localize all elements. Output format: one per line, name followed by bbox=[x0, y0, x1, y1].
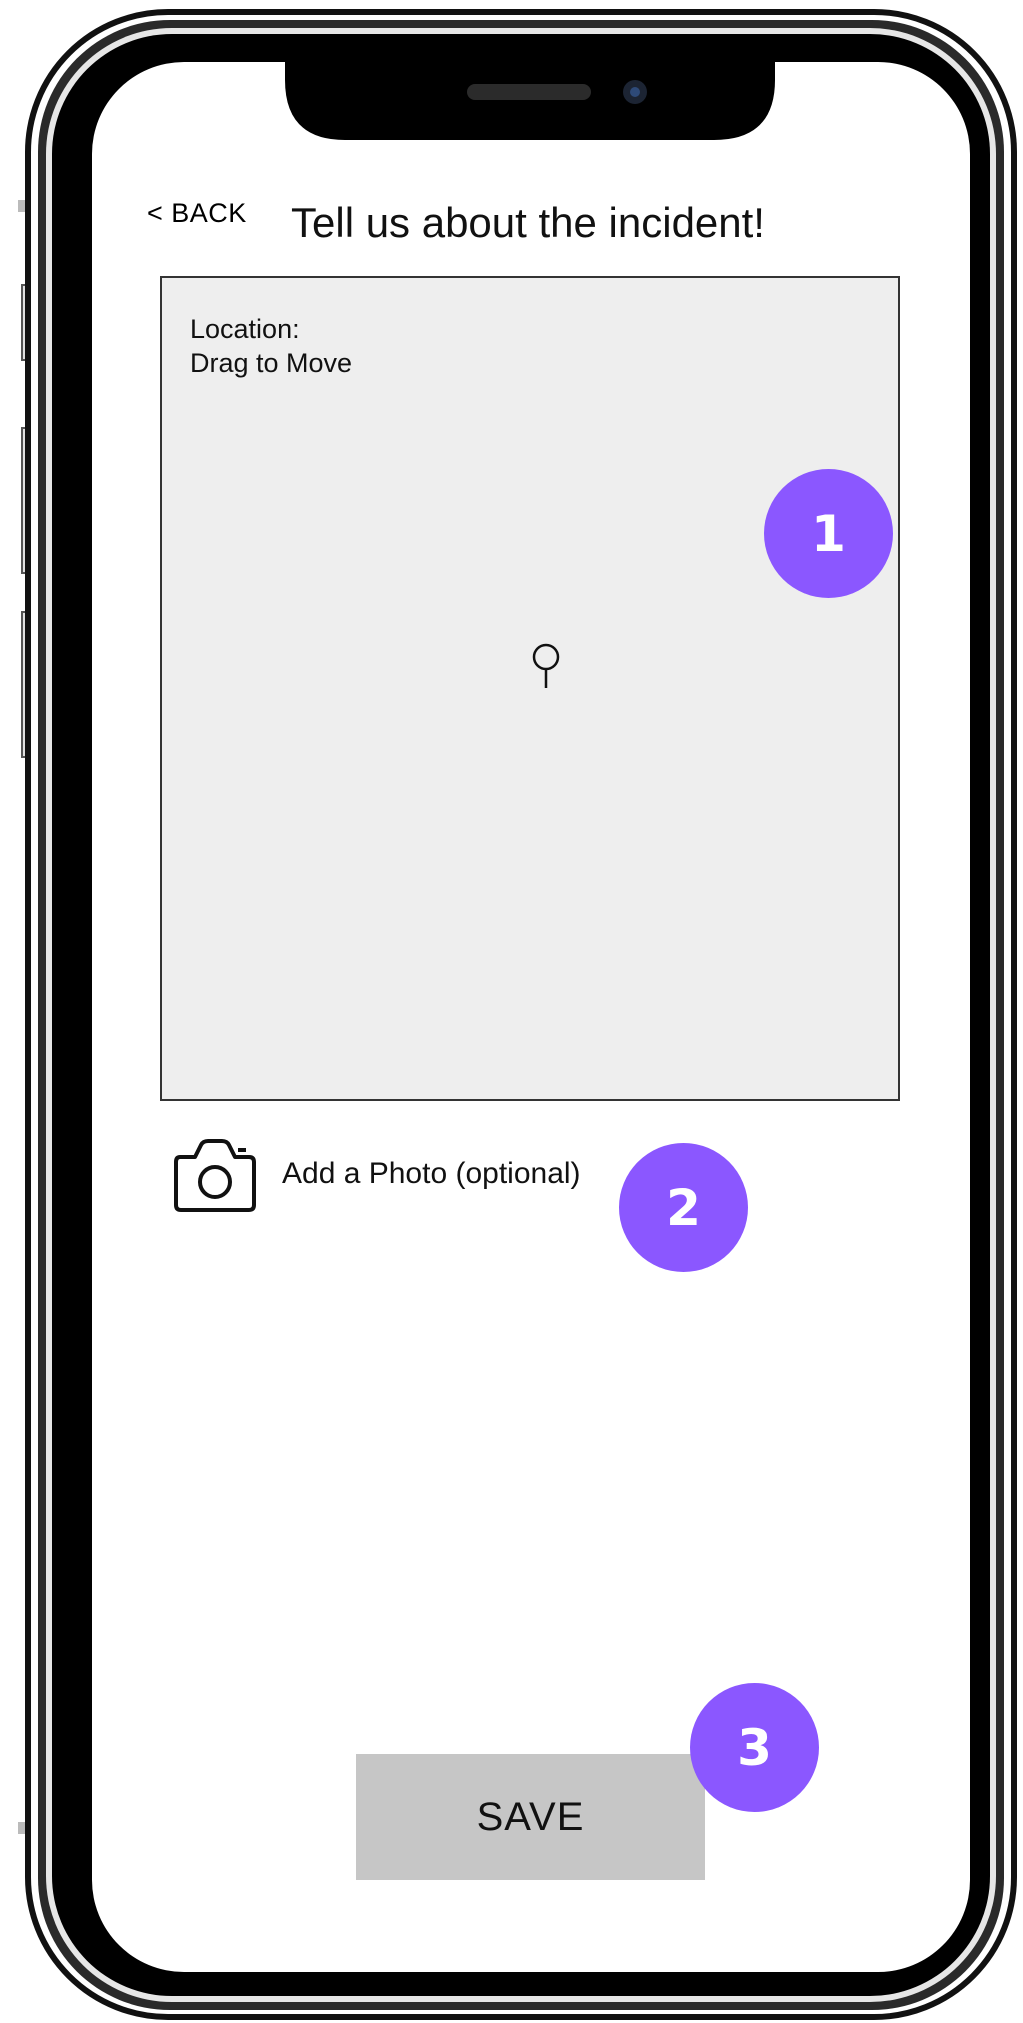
map-caption-drag-hint: Drag to Move bbox=[190, 348, 353, 378]
annotation-badge-2: 2 bbox=[619, 1143, 748, 1272]
map-caption-location: Location: bbox=[190, 314, 300, 344]
add-photo-label: Add a Photo (optional) bbox=[282, 1157, 581, 1190]
add-photo-button[interactable]: Add a Photo (optional) bbox=[172, 1135, 581, 1213]
page-title: Tell us about the incident! bbox=[291, 199, 765, 246]
annotation-badge-3: 3 bbox=[690, 1683, 819, 1812]
back-button[interactable]: < BACK bbox=[147, 198, 247, 229]
annotation-badge-1: 1 bbox=[764, 469, 893, 598]
camera-icon bbox=[174, 1139, 256, 1212]
save-button[interactable]: SAVE bbox=[356, 1754, 705, 1880]
map-caption: Location: Drag to Move bbox=[190, 312, 352, 380]
location-map[interactable]: Location: Drag to Move bbox=[160, 276, 900, 1101]
map-pin-icon[interactable] bbox=[529, 642, 563, 690]
